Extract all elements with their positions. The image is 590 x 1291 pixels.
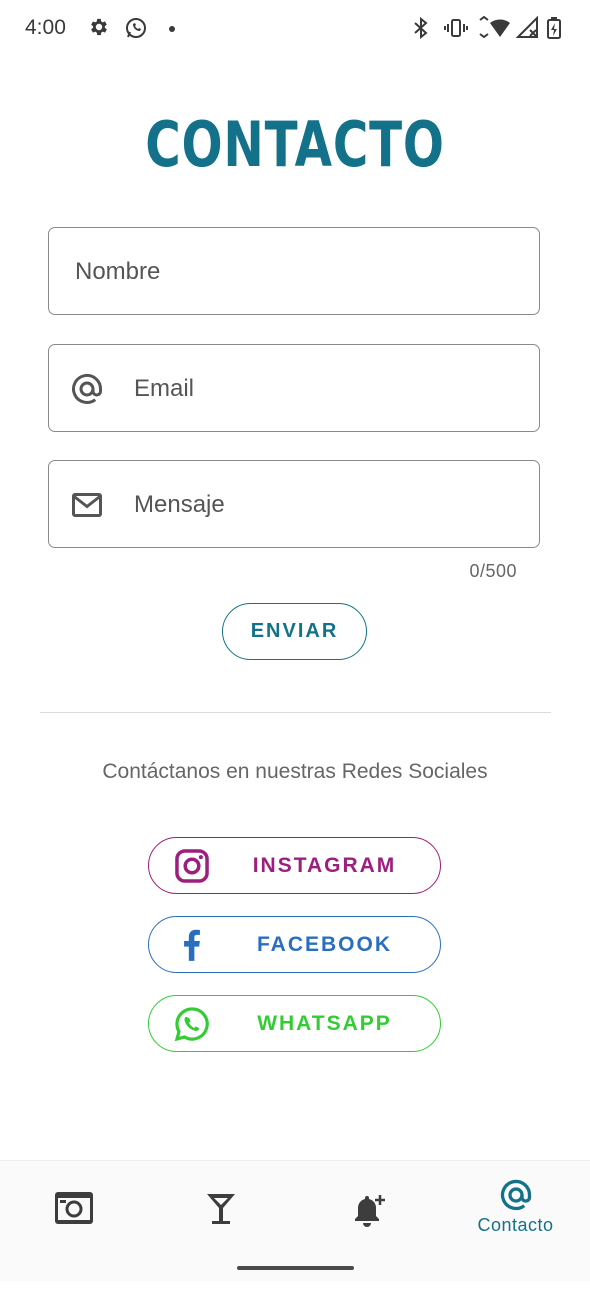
divider xyxy=(40,712,551,713)
character-counter: 0/500 xyxy=(469,561,517,581)
whatsapp-label: WHATSAPP xyxy=(257,1011,392,1035)
vibrate-icon xyxy=(444,19,468,37)
nav-item-gallery[interactable] xyxy=(0,1161,147,1289)
dot-icon xyxy=(169,26,175,32)
whatsapp-button[interactable]: WHATSAPP xyxy=(148,995,441,1052)
notification-add-icon xyxy=(354,1195,385,1227)
camera-icon xyxy=(54,1192,93,1224)
instagram-icon xyxy=(175,849,209,883)
bottom-navigation: Contacto xyxy=(0,1160,590,1281)
bluetooth-icon xyxy=(414,16,428,40)
whatsapp-icon xyxy=(174,1007,209,1042)
nav-item-drinks[interactable] xyxy=(147,1161,294,1291)
name-placeholder: Nombre xyxy=(75,258,161,285)
wifi-icon xyxy=(479,16,510,39)
gesture-bar[interactable] xyxy=(237,1266,354,1270)
facebook-icon xyxy=(184,929,200,961)
battery-charging-icon xyxy=(547,17,561,39)
facebook-button[interactable]: FACEBOOK xyxy=(148,916,441,973)
facebook-label: FACEBOOK xyxy=(256,932,392,956)
signal-icon xyxy=(516,16,538,38)
social-heading: Contáctanos en nuestras Redes Sociales xyxy=(102,760,488,783)
status-time: 4:00 xyxy=(25,16,66,39)
send-button[interactable]: ENVIAR xyxy=(222,603,367,660)
email-placeholder: Email xyxy=(134,375,195,402)
instagram-button[interactable]: INSTAGRAM xyxy=(148,837,441,894)
message-field[interactable]: Mensaje xyxy=(48,460,540,548)
nav-item-contacto[interactable]: Contacto xyxy=(442,1161,589,1277)
name-field[interactable]: Nombre xyxy=(48,227,540,315)
settings-icon xyxy=(91,18,107,36)
at-icon xyxy=(500,1179,531,1211)
mail-icon xyxy=(72,493,102,517)
instagram-label: INSTAGRAM xyxy=(252,853,397,877)
whatsapp-status-icon xyxy=(126,18,146,38)
email-field[interactable]: Email xyxy=(48,344,540,432)
page-title: CONTACTO xyxy=(145,108,445,181)
message-placeholder: Mensaje xyxy=(134,491,225,518)
nav-item-notifications[interactable] xyxy=(295,1161,442,1291)
at-icon xyxy=(72,373,102,404)
status-bar: 4:00 xyxy=(0,0,590,58)
cocktail-icon xyxy=(206,1194,235,1224)
nav-label-contacto: Contacto xyxy=(477,1215,554,1235)
